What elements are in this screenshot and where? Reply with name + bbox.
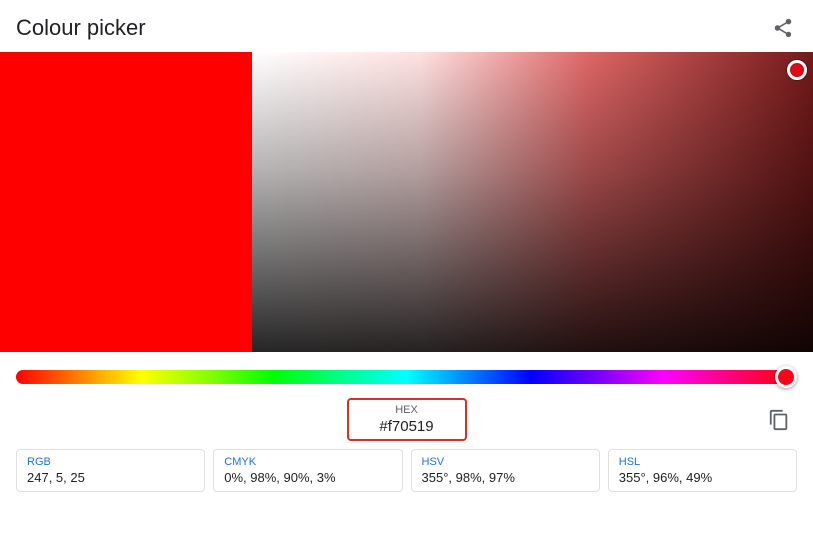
share-button[interactable] [769,14,797,42]
hex-value: #f70519 [379,418,433,435]
rgb-label: RGB [27,456,194,468]
hsv-label: HSV [422,456,589,468]
cmyk-label: CMYK [224,456,391,468]
hex-row: HEX #f70519 [16,398,797,441]
hsv-format-box[interactable]: HSV 355°, 98%, 97% [411,449,600,492]
color-values-section: HEX #f70519 RGB 247, 5, 25 CMYK 0%, 98%,… [0,394,813,502]
hue-slider-container [0,352,813,394]
hsl-label: HSL [619,456,786,468]
color-picker-area[interactable] [0,52,813,352]
page-title: Colour picker [16,15,146,41]
hsl-format-box[interactable]: HSL 355°, 96%, 49% [608,449,797,492]
color-formats-grid: RGB 247, 5, 25 CMYK 0%, 98%, 90%, 3% HSV… [16,449,797,492]
cmyk-value: 0%, 98%, 90%, 3% [224,470,391,485]
hue-slider[interactable] [16,370,797,384]
rgb-value: 247, 5, 25 [27,470,194,485]
hue-thumb[interactable] [775,366,797,388]
header: Colour picker [0,0,813,52]
hsv-value: 355°, 98%, 97% [422,470,589,485]
rgb-format-box[interactable]: RGB 247, 5, 25 [16,449,205,492]
cmyk-format-box[interactable]: CMYK 0%, 98%, 90%, 3% [213,449,402,492]
hex-label: HEX [395,404,418,416]
copy-button[interactable] [761,402,797,438]
hex-input-wrapper[interactable]: HEX #f70519 [347,398,467,441]
hsl-value: 355°, 96%, 49% [619,470,786,485]
